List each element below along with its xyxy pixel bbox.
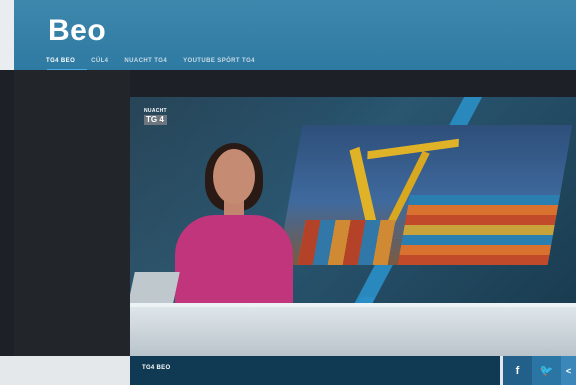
presenter-face [213,149,255,204]
logo-top-text: NUACHT [144,108,167,114]
tab-youtube-sport-tg4[interactable]: YOUTUBE SPÓRT TG4 [175,55,263,68]
more-share-icon[interactable]: < [561,356,576,385]
video-title-bar: TG4 BEO [130,356,500,385]
nuacht-tg4-logo: NUACHT TG 4 [144,109,167,125]
twitter-share-icon[interactable]: 🐦 [532,356,561,385]
studio-screen-image [277,125,573,265]
tab-nuacht-tg4[interactable]: NUACHT TG4 [116,55,175,68]
crane-beam [367,138,459,160]
channel-tabs: TG4 BEO CÚL4 NUACHT TG4 YOUTUBE SPÓRT TG… [38,55,263,68]
video-player[interactable]: NUACHT TG 4 ⋯ ⚙ ⤢ [130,97,576,357]
tab-cul4[interactable]: CÚL4 [83,55,116,68]
top-left-strip [0,0,14,70]
container-stack [297,220,396,265]
presenter-body [175,215,293,315]
video-title: TG4 BEO [142,365,171,371]
beo-logo[interactable]: Beo [48,14,106,48]
tab-tg4-beo[interactable]: TG4 BEO [38,55,83,68]
player-controls[interactable]: ⋯ ⚙ ⤢ [536,342,556,350]
container-stack [397,195,560,265]
site-header: Beo TG4 BEO CÚL4 NUACHT TG4 YOUTUBE SPÓR… [14,0,576,70]
news-desk [130,307,576,357]
logo-bottom-text: TG 4 [144,115,167,125]
facebook-share-icon[interactable]: f [503,356,532,385]
left-gutter [14,70,130,356]
